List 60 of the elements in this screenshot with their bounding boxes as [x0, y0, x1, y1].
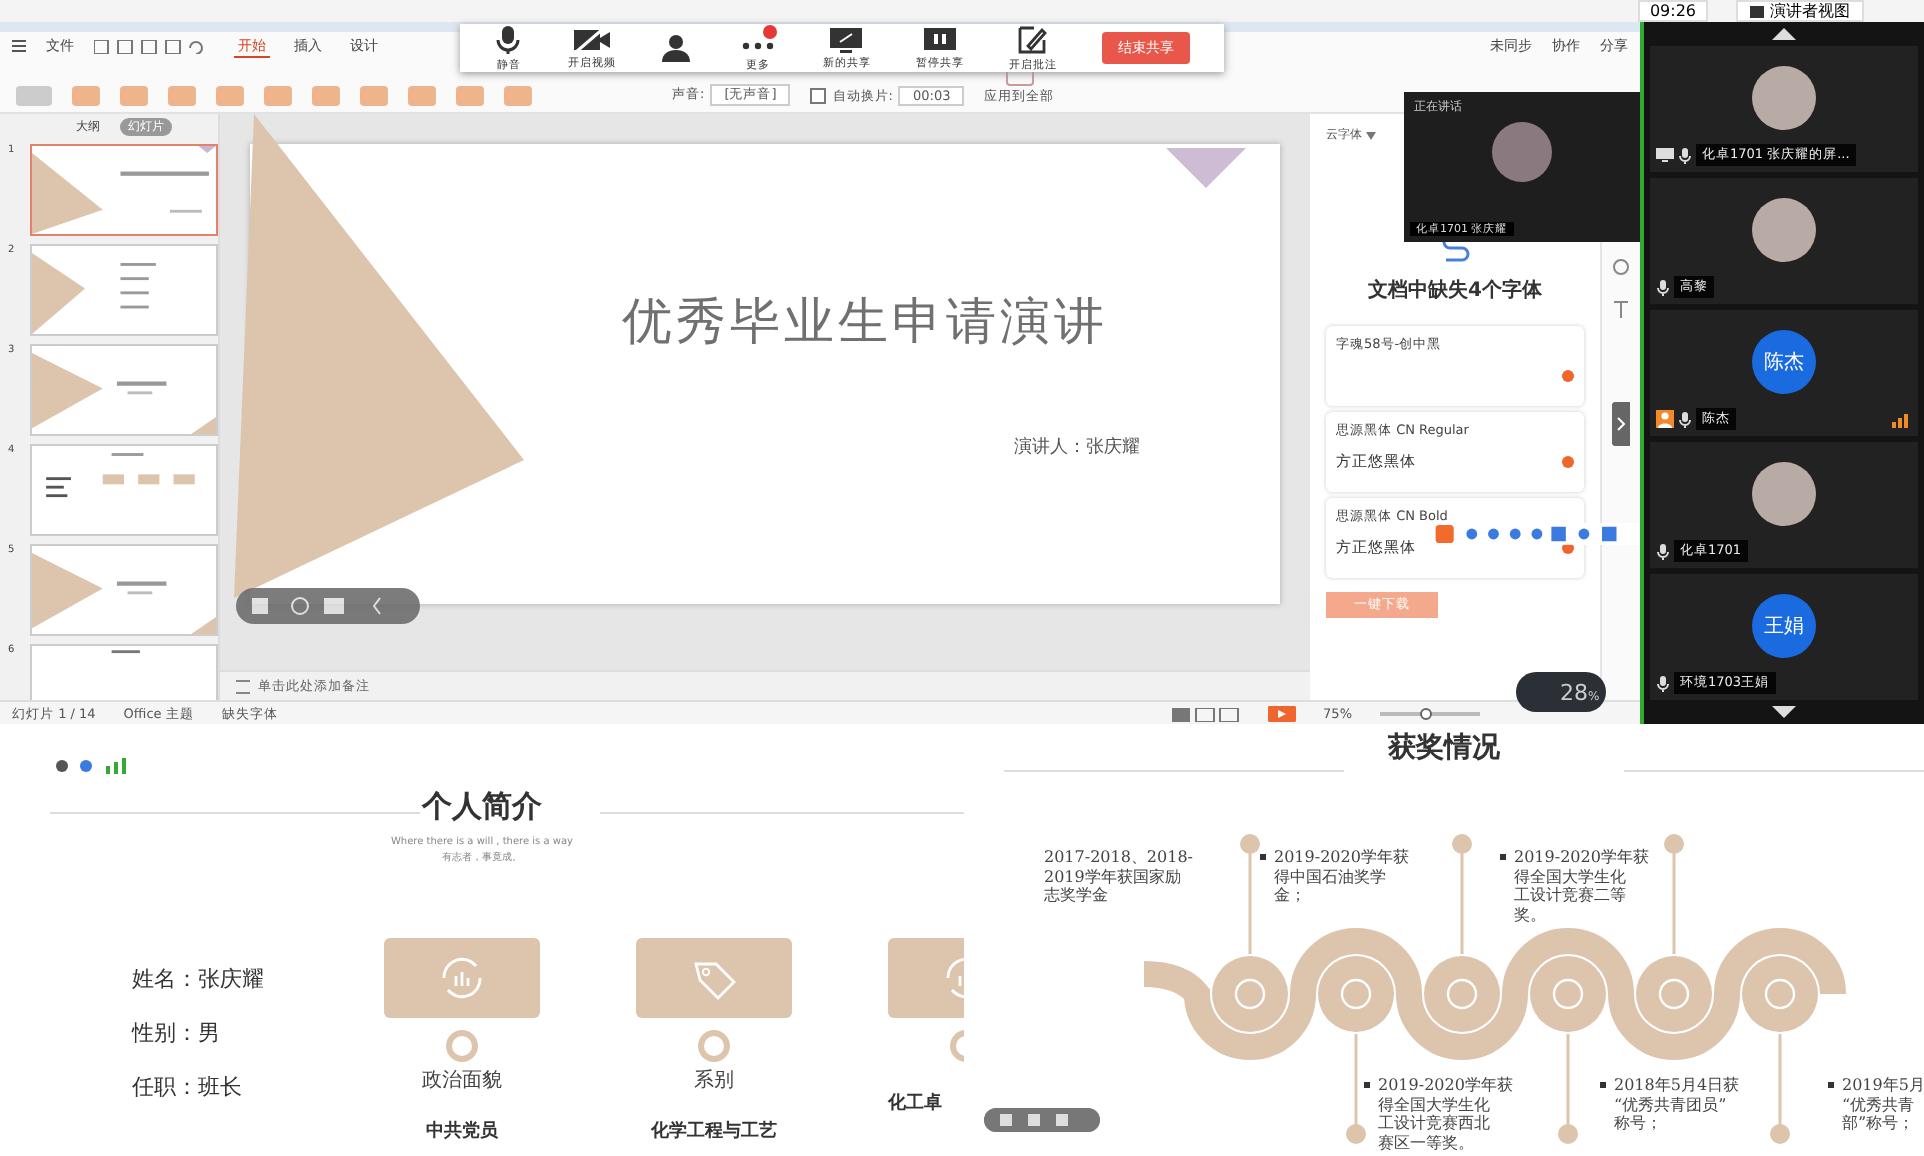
- profile-fact: 姓名：张庆耀: [132, 964, 264, 994]
- ring-marker: [698, 1030, 730, 1062]
- triangle-shape: [1166, 148, 1246, 188]
- slide-thumbnail[interactable]: [30, 344, 218, 436]
- collapse-panel-icon[interactable]: [1612, 402, 1630, 446]
- award-text: 2017-2018、2018- 2019学年获国家励 志奖学金: [1044, 848, 1193, 905]
- award-text: 2018年5月4日获 “优秀共青团员” 称号；: [1614, 1076, 1740, 1133]
- text-icon[interactable]: [1612, 300, 1630, 318]
- slide-thumbnail[interactable]: [30, 444, 218, 536]
- clock-time: 09:26: [1637, 0, 1708, 22]
- ring-marker: [446, 1030, 478, 1062]
- signal-icon: [1892, 414, 1910, 428]
- microphone-icon: [1656, 543, 1670, 559]
- menu-icon[interactable]: [12, 40, 26, 52]
- download-dot-icon[interactable]: [1562, 370, 1574, 382]
- presenter-text: 演讲人：张庆耀: [1014, 435, 1140, 460]
- microphone-icon: [1678, 147, 1692, 163]
- microphone-icon: [1656, 279, 1670, 295]
- download-dot-icon[interactable]: [1562, 456, 1574, 468]
- microphone-icon: [494, 24, 523, 56]
- slide-thumbnail[interactable]: [30, 144, 218, 236]
- avatar-circle: 陈杰: [1752, 329, 1816, 393]
- annotate-icon: [1016, 24, 1049, 56]
- missing-fonts-heading: 文档中缺失4个字体: [1368, 276, 1542, 304]
- award-text: 2019年5月 “优秀共青 部”称号；: [1842, 1076, 1924, 1133]
- photo-placeholder: [1752, 197, 1816, 261]
- microphone-icon: [1656, 675, 1670, 691]
- profile-fact: 性别：男: [132, 1018, 222, 1048]
- avatar-circle: 王娟: [1752, 593, 1816, 657]
- award-text: 2019-2020学年获 得中国石油奖学 金；: [1274, 848, 1409, 905]
- profile-fact: 任职：班长: [132, 1072, 244, 1102]
- slide-title: 个人简介: [419, 788, 544, 826]
- meeting-button[interactable]: [660, 32, 693, 64]
- card-value: 中共党员: [426, 1118, 498, 1144]
- card-value: 化工卓: [888, 1090, 942, 1116]
- microphone-icon: [1678, 411, 1692, 427]
- slide-title: 优秀毕业生申请演讲: [622, 290, 1108, 354]
- avatar-circle: [1492, 122, 1552, 182]
- scroll-down-icon[interactable]: [1772, 706, 1796, 718]
- caret-icon[interactable]: [1366, 131, 1376, 139]
- card-label: 系别: [694, 1067, 734, 1094]
- award-text: 2019-2020学年获 得全国大学生化 工设计竞赛二等 奖。: [1514, 848, 1649, 924]
- card-value: 化学工程与工艺: [651, 1118, 777, 1144]
- photo-placeholder: [1752, 65, 1816, 129]
- floating-toolbar[interactable]: [236, 588, 420, 624]
- slide-title: 获奖情况: [1386, 730, 1502, 766]
- scroll-up-icon[interactable]: [1772, 28, 1796, 40]
- slide-thumbnail[interactable]: [30, 544, 218, 636]
- auto-advance-checkbox[interactable]: [810, 88, 827, 104]
- award-text: 2019-2020学年获 得全国大学生化 工设计竞赛西北 赛区一等奖。: [1378, 1076, 1513, 1152]
- status-icons: [54, 758, 130, 774]
- play-icon[interactable]: [1267, 706, 1296, 722]
- slide-thumbnail[interactable]: [30, 244, 218, 336]
- person-icon: [660, 32, 693, 64]
- presenter-view-button[interactable]: 演讲者视图: [1736, 0, 1864, 22]
- chat-icon[interactable]: [1612, 258, 1630, 276]
- card-label: 政治面貌: [422, 1068, 502, 1094]
- floating-toolbar[interactable]: [984, 1108, 1100, 1132]
- photo-placeholder: [1752, 461, 1816, 525]
- view-mode-icons[interactable]: [1171, 707, 1240, 721]
